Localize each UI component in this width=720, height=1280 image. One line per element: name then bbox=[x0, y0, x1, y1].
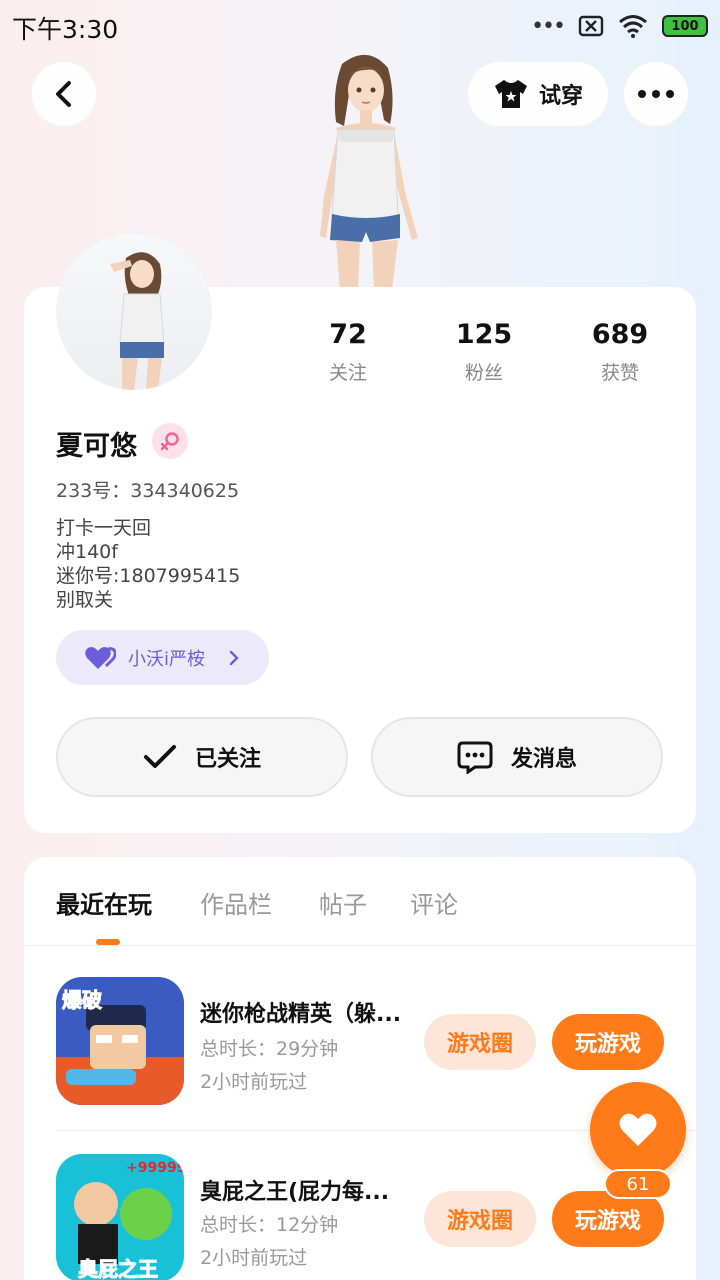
tshirt-icon bbox=[494, 80, 527, 108]
status-time: 下午3:30 bbox=[12, 15, 119, 44]
user-id: 233号：334340625 bbox=[56, 480, 240, 502]
username: 夏可悠 bbox=[56, 431, 137, 462]
avatar-3d-figure[interactable] bbox=[280, 46, 440, 290]
play-game-button[interactable]: 玩游戏 bbox=[552, 1014, 664, 1070]
game-icon-fart-king[interactable]: +99999 臭屁之王 bbox=[56, 1154, 184, 1280]
back-button[interactable] bbox=[32, 62, 96, 126]
tab-works[interactable]: 作品栏 bbox=[200, 885, 272, 920]
stat-following-label: 关注 bbox=[328, 362, 367, 384]
tab-comments[interactable]: 评论 bbox=[410, 885, 458, 920]
followed-label: 已关注 bbox=[194, 747, 261, 772]
send-message-button[interactable]: 发消息 bbox=[371, 717, 663, 797]
sim-blocked-icon bbox=[578, 15, 604, 37]
stat-followers-label: 粉丝 bbox=[464, 362, 503, 384]
school-tag[interactable]: 小沃i严桉 bbox=[56, 630, 269, 685]
try-on-button[interactable]: 试穿 bbox=[468, 62, 608, 126]
like-count-badge: 61 bbox=[604, 1169, 672, 1199]
send-message-label: 发消息 bbox=[510, 747, 577, 772]
gender-female-icon bbox=[152, 423, 188, 459]
status-icons: ••• 100 bbox=[531, 12, 708, 40]
heart-icon bbox=[619, 1113, 657, 1146]
bio-line: 冲140f bbox=[56, 541, 118, 563]
avatar-image bbox=[110, 252, 165, 390]
game-last-played: 2小时前玩过 bbox=[200, 1071, 308, 1093]
bio-line: 迷你号:1807995415 bbox=[56, 565, 241, 587]
school-tag-label: 小沃i严桉 bbox=[128, 648, 206, 670]
bio-line: 打卡一天回 bbox=[56, 517, 152, 539]
stat-likes-count: 689 bbox=[591, 319, 649, 350]
bio: 打卡一天回 冲140f 迷你号:1807995415 别取关 bbox=[56, 516, 240, 612]
chevron-right-icon bbox=[229, 650, 239, 665]
stat-following-count: 72 bbox=[329, 319, 367, 350]
stat-likes-label: 获赞 bbox=[600, 362, 639, 384]
chat-bubble-icon bbox=[457, 741, 493, 774]
battery-icon: 100 bbox=[662, 15, 708, 37]
more-dots-icon: ••• bbox=[531, 13, 566, 39]
game-icon-text: 爆破 bbox=[62, 988, 102, 1012]
game-icon-mini-gun[interactable]: 爆破 bbox=[56, 977, 184, 1105]
status-bar: 下午3:30 ••• 100 bbox=[0, 0, 720, 52]
more-options-button[interactable] bbox=[624, 62, 688, 126]
tab-posts[interactable]: 帖子 bbox=[319, 885, 367, 920]
game-circle-button[interactable]: 游戏圈 bbox=[424, 1014, 536, 1070]
floating-like-button[interactable] bbox=[590, 1082, 686, 1178]
wifi-icon bbox=[619, 15, 647, 38]
check-icon bbox=[143, 745, 176, 768]
chevron-left-icon bbox=[56, 81, 71, 107]
game-last-played: 2小时前玩过 bbox=[200, 1247, 308, 1269]
game-icon-score: +99999 bbox=[126, 1160, 184, 1176]
tabs-divider bbox=[24, 945, 696, 946]
game-duration: 总时长：29分钟 bbox=[200, 1038, 339, 1060]
game-title: 臭屁之王(屁力每... bbox=[200, 1180, 390, 1205]
followed-button[interactable]: 已关注 bbox=[56, 717, 348, 797]
bio-line: 别取关 bbox=[56, 589, 114, 611]
heart-double-icon bbox=[85, 646, 116, 669]
game-duration: 总时长：12分钟 bbox=[200, 1214, 339, 1236]
more-horizontal-icon bbox=[638, 90, 674, 98]
try-on-label: 试穿 bbox=[538, 84, 583, 109]
game-title: 迷你枪战精英（躲... bbox=[200, 1002, 402, 1027]
tab-recently-played[interactable]: 最近在玩 bbox=[56, 885, 152, 920]
game-circle-button[interactable]: 游戏圈 bbox=[424, 1191, 536, 1247]
avatar[interactable] bbox=[56, 234, 212, 390]
game-icon-text: 臭屁之王 bbox=[78, 1257, 158, 1280]
stat-followers-count: 125 bbox=[455, 319, 513, 350]
stat-following[interactable]: 72 关注 bbox=[288, 319, 408, 385]
play-game-button[interactable]: 玩游戏 bbox=[552, 1191, 664, 1247]
stat-likes[interactable]: 689 获赞 bbox=[560, 319, 680, 385]
stat-followers[interactable]: 125 粉丝 bbox=[424, 319, 544, 385]
